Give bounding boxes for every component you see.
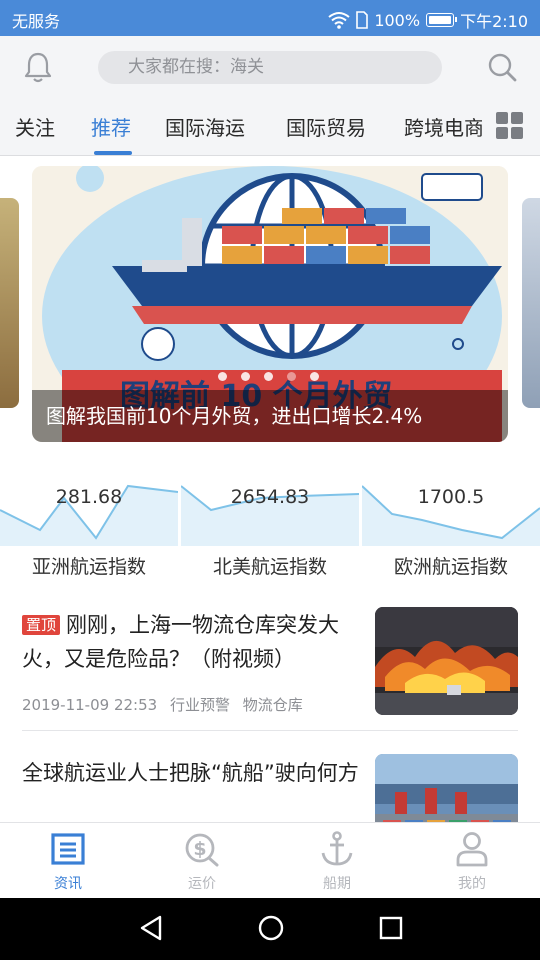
nav-schedule-label: 船期 xyxy=(323,876,351,892)
tab-international-trade[interactable]: 国际贸易 xyxy=(286,112,366,141)
tab-international-shipping[interactable]: 国际海运 xyxy=(165,112,245,141)
search-input[interactable]: 大家都在搜：海关 xyxy=(98,51,442,84)
tab-follow[interactable]: 关注 xyxy=(15,112,55,141)
news-divider xyxy=(22,730,518,731)
status-indicators: 100% 下午2:10 xyxy=(328,8,528,32)
news-icon xyxy=(51,833,85,865)
banner-carousel[interactable]: 图解前 10 个月外贸 图解我国前10个月外贸，进出口增长2.4% xyxy=(32,166,508,442)
europe-index-label: 欧洲航运指数 xyxy=(393,556,508,578)
recents-icon[interactable] xyxy=(378,914,404,942)
news-title-text: 刚刚，上海一物流仓库突发大火，又是危险品？（附视频） xyxy=(22,613,340,671)
battery-icon xyxy=(426,13,458,27)
north-america-index-label: 北美航运指数 xyxy=(212,556,327,578)
carousel-indicators xyxy=(218,372,319,381)
clock: 下午2:10 xyxy=(460,12,528,31)
north-america-index-card[interactable]: 2654.83 北美航运指数 xyxy=(181,480,359,590)
asia-index-card[interactable]: 281.68 亚洲航运指数 xyxy=(0,480,178,590)
carousel-dot[interactable] xyxy=(264,372,273,381)
nav-news-label: 资讯 xyxy=(54,876,82,892)
next-banner-peek[interactable] xyxy=(522,198,540,408)
status-bar: 无服务 100% 下午2:10 xyxy=(0,0,540,36)
active-tab-indicator xyxy=(94,151,132,155)
carousel-dot[interactable] xyxy=(310,372,319,381)
nav-price-label: 运价 xyxy=(188,876,216,892)
battery-percent: 100% xyxy=(374,10,421,30)
news-meta: 2019-11-09 22:53 行业预警 物流仓库 xyxy=(22,694,311,715)
carousel-dot[interactable] xyxy=(241,372,250,381)
news-tag[interactable]: 物流仓库 xyxy=(243,696,303,714)
carrier-text: 无服务 xyxy=(12,12,61,31)
news-item[interactable]: 置顶 刚刚，上海一物流仓库突发大火，又是危险品？（附视频） 2019-11-09 … xyxy=(0,606,540,726)
north-america-index-value: 2654.83 xyxy=(230,486,310,508)
top-header: 大家都在搜：海关 xyxy=(0,36,540,98)
asia-index-label: 亚洲航运指数 xyxy=(31,556,146,578)
news-title: 置顶 刚刚，上海一物流仓库突发大火，又是危险品？（附视频） xyxy=(22,608,370,676)
wifi-icon xyxy=(328,12,350,29)
back-icon[interactable] xyxy=(138,914,164,942)
europe-index-value: 1700.5 xyxy=(417,486,485,508)
bottom-navigation: 资讯 $ 运价 船期 我的 xyxy=(0,822,540,898)
banner-caption: 图解我国前10个月外贸，进出口增长2.4% xyxy=(32,390,508,442)
tab-cross-border-ecommerce[interactable]: 跨境电商 xyxy=(404,112,482,141)
system-navigation-bar xyxy=(0,898,540,960)
svg-text:$: $ xyxy=(193,838,206,860)
nav-me-label: 我的 xyxy=(458,876,486,892)
anchor-icon xyxy=(321,831,353,866)
carousel-dot[interactable] xyxy=(218,372,227,381)
nav-schedule[interactable]: 船期 xyxy=(287,831,387,895)
europe-index-card[interactable]: 1700.5 欧洲航运指数 xyxy=(362,480,540,590)
price-icon: $ xyxy=(185,833,219,867)
carousel-dot-active[interactable] xyxy=(287,372,296,381)
news-thumbnail[interactable] xyxy=(375,607,518,715)
news-title-text: 全球航运业人士把脉“航船”驶向何方 xyxy=(22,761,359,785)
grid-menu-icon[interactable] xyxy=(496,112,524,140)
prev-banner-peek[interactable] xyxy=(0,198,19,408)
nav-me[interactable]: 我的 xyxy=(422,831,522,895)
search-icon[interactable] xyxy=(486,50,518,84)
sim-icon xyxy=(356,11,369,29)
news-tag[interactable]: 行业预警 xyxy=(170,696,230,714)
bell-icon[interactable] xyxy=(22,50,54,84)
nav-news[interactable]: 资讯 xyxy=(18,831,118,895)
user-icon xyxy=(456,832,488,867)
tab-recommend[interactable]: 推荐 xyxy=(91,112,131,141)
nav-price[interactable]: $ 运价 xyxy=(152,831,252,895)
asia-index-value: 281.68 xyxy=(55,486,123,508)
pinned-badge: 置顶 xyxy=(22,615,61,635)
home-icon[interactable] xyxy=(257,914,285,942)
news-datetime: 2019-11-09 22:53 xyxy=(22,696,158,714)
shipping-indices: 281.68 亚洲航运指数 2654.83 北美航运指数 1700.5 欧洲航运… xyxy=(0,480,540,590)
category-tabs: 关注 推荐 国际海运 国际贸易 跨境电商 xyxy=(0,98,540,156)
